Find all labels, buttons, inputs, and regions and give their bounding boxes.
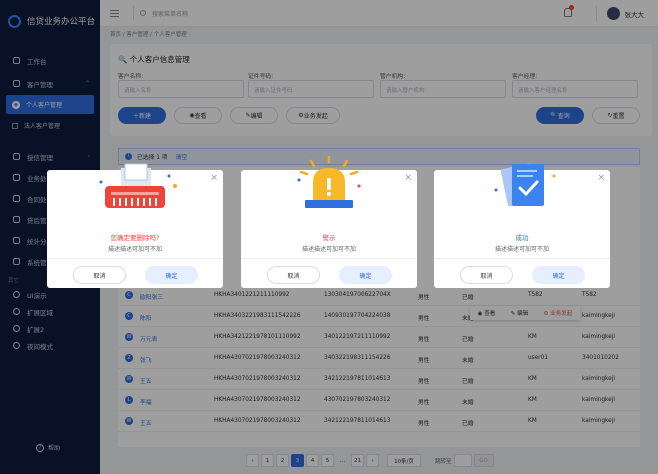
warning-modal: × 警示 描述描述可加可不加 取消 确定 — [241, 156, 417, 288]
shredder-icon — [99, 163, 177, 208]
close-icon[interactable]: × — [404, 174, 412, 183]
modal-divider — [241, 258, 417, 259]
cancel-button[interactable]: 取消 — [267, 266, 320, 284]
alarm-light-icon — [297, 156, 361, 208]
modal-divider — [47, 258, 223, 259]
cancel-button[interactable]: 取消 — [73, 266, 126, 284]
delete-confirm-modal: × 您确定要删除吗? 描述描述可加可不加 取消 确定 — [47, 163, 223, 288]
modal-title: 您确定要删除吗? — [110, 234, 160, 242]
success-modal: × 成功 描述描述可加可不加 取消 确定 — [434, 163, 610, 288]
modal-divider — [434, 258, 610, 259]
close-icon[interactable]: × — [210, 174, 218, 183]
confirm-button[interactable]: 确定 — [339, 266, 392, 284]
modal-desc: 描述描述可加可不加 — [301, 246, 356, 253]
modal-desc: 描述描述可加可不加 — [494, 246, 549, 253]
modal-desc: 描述描述可加可不加 — [107, 246, 162, 253]
confirm-button[interactable]: 确定 — [145, 266, 198, 284]
confirm-button[interactable]: 确定 — [532, 266, 585, 284]
cancel-button[interactable]: 取消 — [460, 266, 513, 284]
success-document-icon — [494, 163, 556, 207]
modal-title: 成功 — [515, 234, 529, 242]
modal-title: 警示 — [322, 234, 336, 242]
close-icon[interactable]: × — [597, 174, 605, 183]
